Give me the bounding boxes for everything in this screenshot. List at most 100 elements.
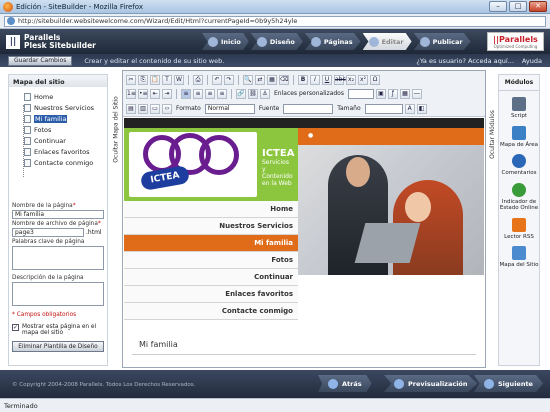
keywords-label: Palabras clave de página — [12, 239, 85, 245]
tree-item[interactable]: Home — [15, 91, 107, 102]
custom-links-select[interactable] — [347, 88, 374, 99]
hide-modules-tab[interactable]: Ocultar Módulos — [487, 74, 497, 194]
find-icon[interactable]: 🔍 — [243, 74, 253, 85]
file-name-field[interactable]: page3 — [12, 228, 84, 237]
image-icon[interactable]: ▣ — [375, 88, 386, 99]
sitemap-icon — [512, 246, 526, 260]
module-sitemap[interactable]: Mapa del Sitio — [499, 246, 539, 269]
step-publicar[interactable]: Publicar — [413, 33, 471, 50]
anchor-icon[interactable]: ⚓ — [260, 88, 270, 99]
strike-icon[interactable]: abc — [334, 74, 346, 85]
format-select[interactable]: Normal — [204, 103, 255, 114]
table-props-icon[interactable]: ▥ — [138, 103, 148, 114]
size-label: Tamaño — [337, 105, 361, 112]
tree-item[interactable]: Enlaces favoritos — [15, 146, 107, 157]
subscript-icon[interactable]: x₂ — [346, 74, 356, 85]
sitemap-panel: Mapa del sitio Home Nuestros Servicios M… — [8, 74, 108, 366]
source-icon[interactable]: ‹› — [162, 103, 172, 114]
undo-icon[interactable]: ↶ — [212, 74, 222, 85]
indent-icon[interactable]: ⇥ — [162, 88, 172, 99]
replace-icon[interactable]: ⇄ — [255, 74, 265, 85]
help-link[interactable]: Ayuda — [522, 57, 542, 65]
align-left-icon[interactable]: ≡ — [181, 88, 191, 99]
page-name-field[interactable]: Mi familia — [12, 210, 104, 219]
paste-word-icon[interactable]: W — [174, 74, 184, 85]
page-icon — [24, 158, 31, 167]
align-right-icon[interactable]: ≡ — [205, 88, 215, 99]
parallels-logo-icon: || — [6, 34, 20, 49]
module-area-map[interactable]: Mapa de Área — [499, 125, 539, 149]
select-all-icon[interactable]: ▦ — [267, 74, 277, 85]
action-bar: Guardar Cambios Crear y editar el conten… — [0, 54, 550, 67]
tree-item-selected[interactable]: Mi familia — [15, 113, 107, 124]
copy-icon[interactable]: ⎘ — [138, 74, 148, 85]
preview-button[interactable]: Previsualización — [384, 375, 478, 392]
minimize-button[interactable]: – — [489, 1, 507, 12]
module-comments[interactable]: Comentarios — [499, 154, 539, 177]
text-color-icon[interactable]: A — [404, 103, 415, 114]
table-insert-icon[interactable]: ▤ — [126, 103, 136, 114]
hr-icon[interactable]: ― — [411, 88, 422, 99]
module-rss[interactable]: Lector RSS — [499, 217, 539, 241]
table-icon[interactable]: ▦ — [399, 88, 410, 99]
page-body[interactable]: Mi familia — [124, 330, 484, 367]
step-paginas[interactable]: Páginas — [304, 33, 361, 50]
back-button[interactable]: Atrás — [318, 375, 372, 392]
site-nav-item[interactable]: Nuestros Servicios — [124, 218, 298, 235]
module-online-status[interactable]: Indicador de Estado Online — [499, 182, 539, 212]
step-inicio[interactable]: Inicio — [202, 33, 249, 50]
maximize-button[interactable]: □ — [509, 1, 527, 12]
home-icon — [208, 36, 218, 47]
flash-icon[interactable]: ƒ — [387, 88, 398, 99]
close-window-button[interactable]: ✕ — [529, 1, 547, 12]
next-button[interactable]: Siguiente — [474, 375, 543, 392]
keywords-field[interactable] — [12, 246, 104, 270]
special-char-icon[interactable]: Ω — [370, 74, 380, 85]
site-nav-item[interactable]: Home — [124, 201, 298, 218]
tree-item[interactable]: Continuar — [15, 135, 107, 146]
online-status-icon — [512, 182, 526, 197]
paste-icon[interactable]: 📋 — [150, 74, 160, 85]
tree-item[interactable]: Fotos — [15, 124, 107, 135]
hide-sitemap-tab[interactable]: Ocultar Mapa del Sitio — [111, 74, 121, 184]
show-in-sitemap-checkbox[interactable]: ✓ — [12, 324, 19, 331]
step-editar[interactable]: Editar — [362, 33, 412, 50]
save-changes-button[interactable]: Guardar Cambios — [8, 55, 73, 66]
bullet-list-icon[interactable]: •≡ — [138, 88, 148, 99]
url-field[interactable]: http://sitebuilder.websitewelcome.com/Wi… — [4, 15, 546, 27]
size-select[interactable] — [364, 103, 403, 114]
remove-format-icon[interactable]: ⌫ — [279, 74, 289, 85]
delete-template-button[interactable]: Eliminar Plantilla de Diseño — [12, 341, 104, 352]
paste-text-icon[interactable]: T — [162, 74, 172, 85]
login-link[interactable]: ¿Ya es usuario? Acceda aquí... — [416, 57, 514, 65]
window-title: Edición - SiteBuilder - Mozilla Firefox — [16, 2, 143, 11]
site-nav-item-active[interactable]: Mi familia — [124, 235, 298, 252]
publish-icon — [419, 36, 430, 47]
module-script[interactable]: Script — [499, 97, 539, 120]
bold-icon[interactable]: B — [298, 74, 308, 85]
bg-color-icon[interactable]: ◧ — [416, 103, 427, 114]
link-icon[interactable]: 🔗 — [236, 88, 246, 99]
outdent-icon[interactable]: ⇤ — [150, 88, 160, 99]
italic-icon[interactable]: I — [310, 74, 320, 85]
site-nav-item[interactable]: Continuar — [124, 269, 298, 286]
justify-icon[interactable]: ≡ — [217, 88, 227, 99]
font-select[interactable] — [283, 103, 334, 114]
numbered-list-icon[interactable]: 1≡ — [126, 88, 136, 99]
cut-icon[interactable]: ✂ — [126, 74, 136, 85]
print-icon[interactable]: ⎙ — [193, 74, 203, 85]
page-preview[interactable]: ICTEA ICTEA Servicios y Contenido en la … — [124, 118, 484, 367]
description-field[interactable] — [12, 282, 104, 306]
unlink-icon[interactable]: ⛓ — [248, 88, 258, 99]
underline-icon[interactable]: U — [322, 74, 332, 85]
tree-item[interactable]: Nuestros Servicios — [15, 102, 107, 113]
site-nav-item[interactable]: Contacte conmigo — [124, 303, 298, 320]
step-diseno[interactable]: Diseño — [250, 33, 303, 50]
align-center-icon[interactable]: ≡ — [193, 88, 203, 99]
redo-icon[interactable]: ↷ — [224, 74, 234, 85]
tree-item[interactable]: Contacte conmigo — [15, 157, 107, 168]
superscript-icon[interactable]: x² — [358, 74, 368, 85]
site-nav-item[interactable]: Enlaces favoritos — [124, 286, 298, 303]
site-nav-item[interactable]: Fotos — [124, 252, 298, 269]
form-icon[interactable]: ▭ — [150, 103, 160, 114]
